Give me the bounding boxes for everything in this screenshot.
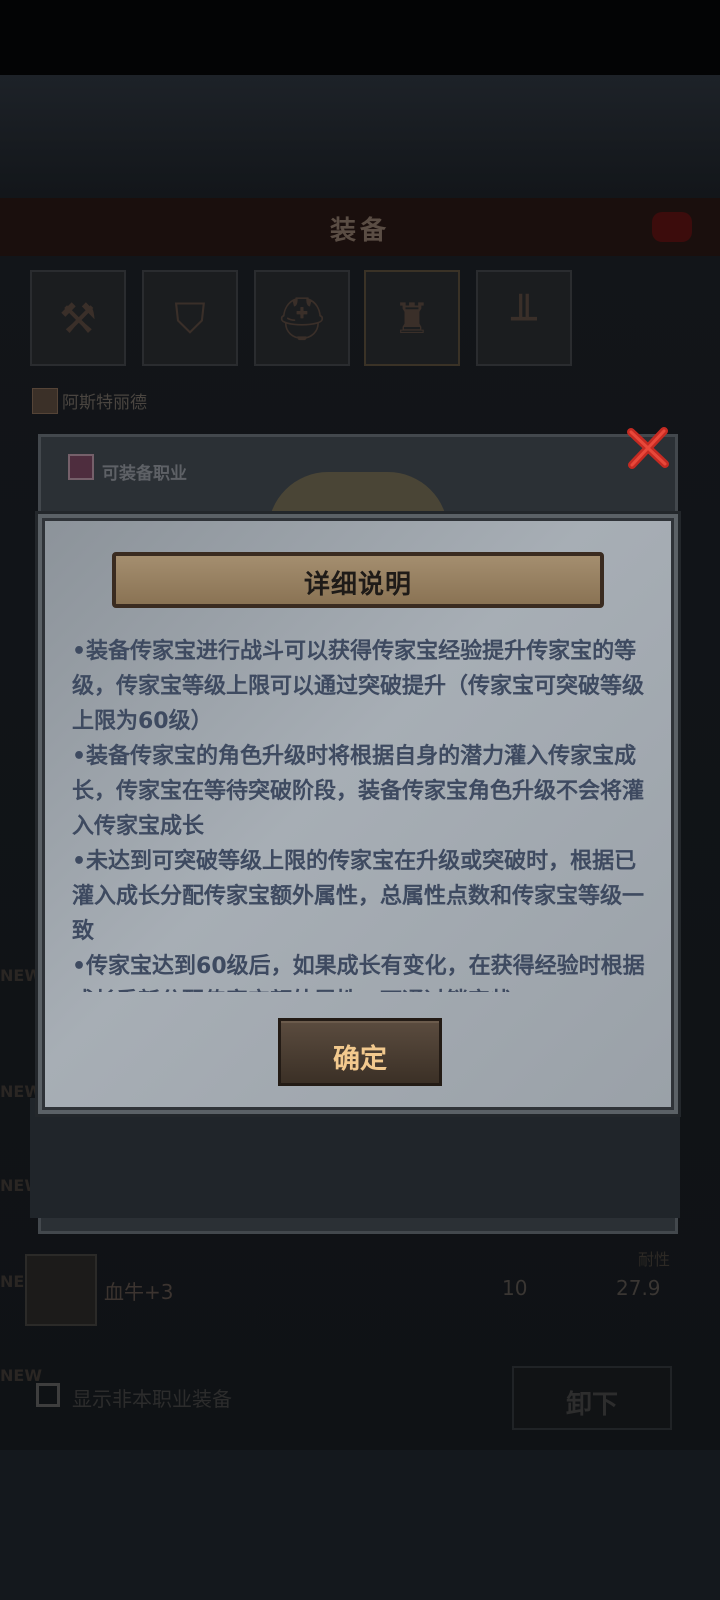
class-icon <box>68 454 94 480</box>
equipment-close-icon[interactable] <box>652 212 692 242</box>
description-paragraph: •装备传家宝进行战斗可以获得传家宝经验提升传家宝的等级，传家宝等级上限可以通过突… <box>72 639 645 734</box>
dialog-description-text[interactable]: •装备传家宝进行战斗可以获得传家宝经验提升传家宝的等级，传家宝等级上限可以通过突… <box>72 634 648 992</box>
hero-name: 阿斯特丽德 <box>62 393 147 413</box>
shield-icon: ⛉ <box>174 294 206 343</box>
list-item-name[interactable]: 血牛+3 <box>104 1276 173 1305</box>
list-item-level: 10 <box>502 1276 528 1300</box>
item-detail-footer <box>30 1098 680 1218</box>
axe-icon: ⚒ <box>59 294 97 343</box>
show-other-class-checkbox[interactable] <box>36 1383 60 1407</box>
close-x-icon[interactable] <box>626 426 670 470</box>
description-paragraph: •传家宝达到60级后，如果成长有变化，在获得经验时根据成长重新分配传家宝额外属性… <box>72 954 645 992</box>
description-paragraph: •装备传家宝的角色升级时将根据自身的潜力灌入传家宝成长，传家宝在等待突破阶段，装… <box>72 744 645 839</box>
equipment-title: 装备 <box>329 216 390 246</box>
unequip-label: 卸下 <box>565 1390 618 1420</box>
hero-portrait-icon <box>32 388 58 414</box>
dialog-title: 详细说明 <box>303 570 412 600</box>
equippable-class-label: 可装备职业 <box>102 464 187 484</box>
slot-boots[interactable]: ╨ <box>476 270 572 366</box>
slot-helmet[interactable]: ⛑ <box>254 270 350 366</box>
confirm-label: 确定 <box>333 1044 387 1075</box>
slot-offhand[interactable]: ⛉ <box>142 270 238 366</box>
list-item-value: 27.9 <box>616 1276 661 1300</box>
unequip-button[interactable]: 卸下 <box>512 1366 672 1430</box>
slot-weapon[interactable]: ⚒ <box>30 270 126 366</box>
show-other-class-label: 显示非本职业装备 <box>72 1387 232 1411</box>
helmet-icon: ⛑ <box>275 294 329 343</box>
confirm-button[interactable]: 确定 <box>278 1018 442 1086</box>
list-item-thumbnail[interactable] <box>25 1254 97 1326</box>
boots-icon: ╨ <box>511 294 537 343</box>
slot-armor[interactable]: ♜ <box>364 270 460 366</box>
description-paragraph: •未达到可突破等级上限的传家宝在升级或突破时，根据已灌入成长分配传家宝额外属性，… <box>72 849 645 944</box>
list-item-stat-label: 耐性 <box>638 1250 671 1269</box>
armor-icon: ♜ <box>393 294 431 343</box>
new-tag: NEW <box>0 966 42 985</box>
